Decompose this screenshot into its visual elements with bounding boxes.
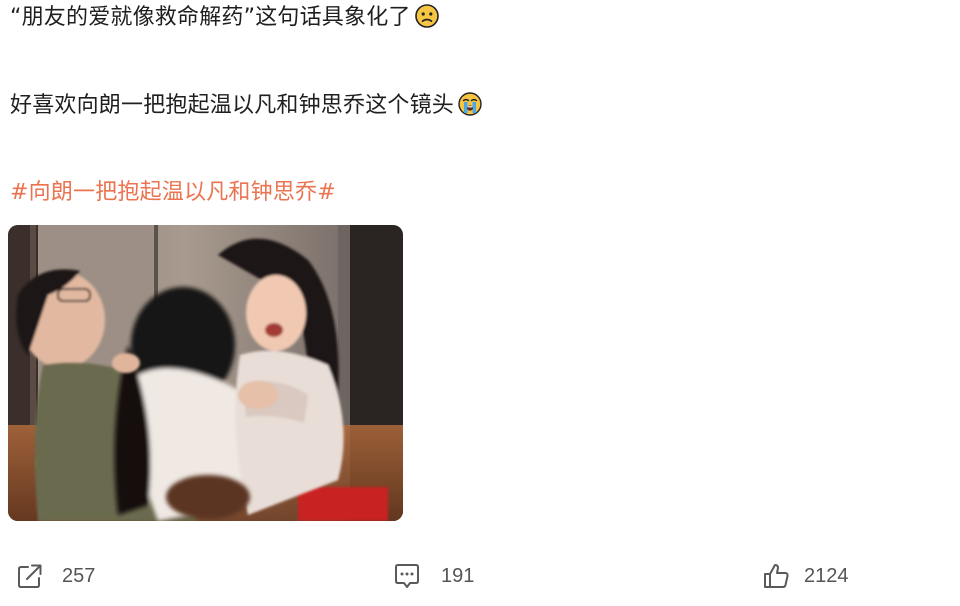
share-icon	[18, 564, 42, 588]
repost-button[interactable]: 257	[16, 556, 95, 596]
crying-face-icon	[458, 92, 482, 116]
like-count: 2124	[804, 564, 849, 587]
topic-hashtag-link[interactable]: #向朗一把抱起温以凡和钟思乔#	[10, 178, 336, 208]
like-button[interactable]: 2124	[762, 556, 849, 596]
comment-count: 191	[441, 564, 475, 587]
video-frame-image	[8, 225, 403, 521]
weibo-post: “朋友的爱就像救命解药”这句话具象化了 好喜欢向朗一把抱起温以凡和钟思乔这个镜头…	[0, 0, 960, 606]
post-action-bar: 257 191 2124	[0, 556, 960, 596]
comment-button[interactable]: 191	[393, 556, 474, 596]
comment-icon	[395, 564, 419, 588]
sad-face-icon	[414, 4, 439, 28]
post-text-line-1: “朋友的爱就像救命解药”这句话具象化了	[10, 3, 439, 33]
post-text-2: 好喜欢向朗一把抱起温以凡和钟思乔这个镜头	[10, 93, 455, 118]
post-text-line-2: 好喜欢向朗一把抱起温以凡和钟思乔这个镜头	[10, 91, 482, 121]
post-video-thumbnail[interactable]	[8, 225, 403, 521]
repost-count: 257	[62, 564, 96, 587]
thumbs-up-icon	[764, 564, 789, 588]
post-text-1: “朋友的爱就像救命解药”这句话具象化了	[10, 5, 411, 30]
